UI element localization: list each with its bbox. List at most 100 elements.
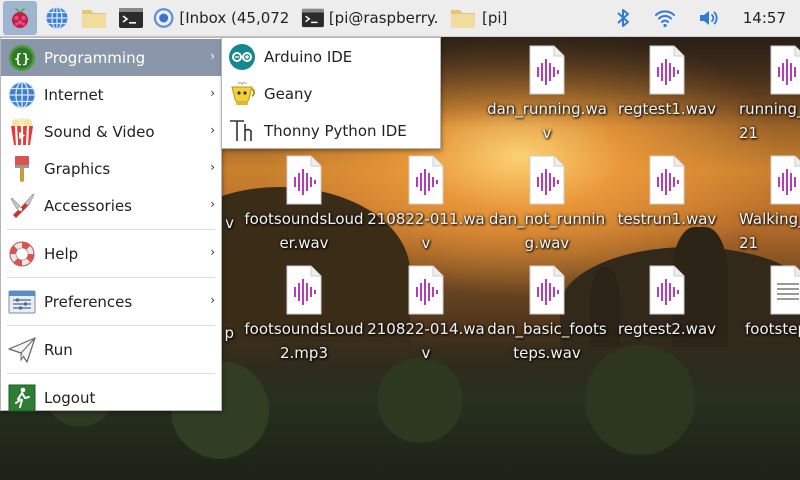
menu-item-logout[interactable]: Logout (1, 379, 221, 416)
file-name: 210822-011.wav (367, 210, 485, 252)
submenu-item-geany[interactable]: Geany (222, 75, 440, 112)
menu-item-graphics[interactable]: Graphics › (1, 150, 221, 187)
submenu-arrow-icon: › (210, 160, 215, 174)
desktop-file[interactable]: 210822-014.wav (365, 265, 487, 365)
audio-file-icon (649, 45, 685, 95)
file-name: footsoundsLoud2.mp3 (244, 320, 364, 362)
menu-item-help[interactable]: Help › (1, 235, 221, 272)
menu-item-accessories[interactable]: Accessories › (1, 187, 221, 224)
menu-item-label: Internet (44, 85, 104, 104)
terminal-launcher[interactable] (114, 1, 148, 35)
taskbar-files-title: [pi] (482, 9, 508, 27)
submenu-item-arduino-ide[interactable]: Arduino IDE (222, 38, 440, 75)
chromium-icon (153, 8, 174, 28)
audio-file-icon (770, 155, 800, 205)
submenu-arrow-icon: › (210, 293, 215, 307)
arduino-icon (229, 43, 255, 70)
desktop-file[interactable]: Walking_8_23_21 (727, 155, 800, 255)
popcorn-icon (11, 117, 33, 145)
file-name: running_8_23_21 (739, 100, 800, 142)
raspberry-pi-icon (12, 8, 28, 28)
file-name: dan_basic_footsteps.wav (487, 320, 607, 362)
file-name: dan_running.wav (487, 100, 607, 142)
desktop-file[interactable]: regtest1.wav (606, 45, 728, 121)
taskbar-terminal-title: [pi@raspberry... (328, 9, 438, 27)
desktop-file[interactable]: running_8_23_21 (727, 45, 800, 145)
submenu-arrow-icon: › (210, 197, 215, 211)
terminal-icon (119, 8, 143, 28)
paint-brush-icon (15, 155, 29, 182)
bluetooth-icon[interactable] (612, 7, 634, 29)
swiss-knife-icon (10, 193, 35, 218)
raspberry-menu-button[interactable] (3, 1, 37, 35)
menu-separator (7, 277, 215, 278)
audio-file-icon (286, 265, 322, 315)
submenu-arrow-icon: › (210, 86, 215, 100)
submenu-arrow-icon: › (210, 245, 215, 259)
volume-icon[interactable] (696, 7, 722, 29)
menu-item-label: Sound & Video (44, 122, 155, 141)
audio-file-icon (649, 265, 685, 315)
menu-separator (7, 325, 215, 326)
submenu-item-thonny[interactable]: Thonny Python IDE (222, 112, 440, 149)
desktop-file[interactable]: dan_not_running.wav (486, 155, 608, 255)
globe-icon (45, 6, 69, 30)
audio-file-icon (770, 45, 800, 95)
code-braces-icon: {} (9, 44, 35, 71)
file-name: regtest1.wav (617, 100, 717, 118)
text-file-icon (770, 265, 800, 315)
menu-item-label: Graphics (44, 159, 111, 178)
menu-separator (7, 373, 215, 374)
file-name: footsoundsLouder.wav (244, 210, 364, 252)
top-panel: [Inbox (45,072... [pi@raspberry... [pi] … (0, 0, 800, 37)
taskbar-browser-title: [Inbox (45,072... (179, 9, 291, 27)
audio-file-icon (529, 155, 565, 205)
exit-icon (8, 384, 36, 411)
taskbar-files-window[interactable]: [pi] (445, 1, 525, 35)
desktop-file[interactable]: dan_basic_footsteps.wav (486, 265, 608, 365)
menu-item-sound-video[interactable]: Sound & Video › (1, 113, 221, 150)
wifi-icon[interactable] (652, 7, 678, 29)
clock[interactable]: 14:57 (743, 9, 786, 27)
desktop-file[interactable]: footsteps (727, 265, 800, 341)
thonny-icon (230, 119, 252, 141)
menu-separator (7, 229, 215, 230)
submenu-arrow-icon: › (210, 49, 215, 63)
menu-item-label: Programming (44, 48, 146, 67)
menu-item-preferences[interactable]: Preferences › (1, 283, 221, 320)
menu-item-label: Help (44, 244, 79, 263)
audio-file-icon (529, 265, 565, 315)
globe-icon (8, 80, 36, 109)
desktop-file[interactable]: 210822-011.wav (365, 155, 487, 255)
web-browser-launcher[interactable] (40, 1, 74, 35)
desktop-file[interactable]: dan_running.wav (486, 45, 608, 145)
desktop-file[interactable]: footsoundsLoud2.mp3 (243, 265, 365, 365)
menu-item-label: Run (44, 340, 73, 359)
desktop-file[interactable]: footsoundsLouder.wav (243, 155, 365, 255)
file-name: Walking_8_23_21 (739, 210, 800, 252)
programming-submenu: Arduino IDE Geany Thonny Python IDE (221, 37, 441, 149)
folder-icon (82, 10, 106, 28)
menu-item-run[interactable]: Run (1, 331, 221, 368)
svg-text:{}: {} (14, 52, 30, 67)
taskbar-terminal-window[interactable]: [pi@raspberry... (298, 1, 444, 35)
audio-file-icon (408, 155, 444, 205)
file-manager-launcher[interactable] (77, 1, 111, 35)
desktop-file[interactable]: regtest2.wav (606, 265, 728, 341)
submenu-item-label: Geany (264, 84, 313, 103)
submenu-item-label: Arduino IDE (264, 47, 353, 66)
file-name: dan_not_running.wav (488, 210, 606, 252)
submenu-arrow-icon: › (210, 123, 215, 137)
menu-item-programming[interactable]: {} Programming › (1, 39, 221, 76)
geany-icon (231, 81, 256, 105)
menu-item-label: Preferences (44, 292, 133, 311)
menu-item-internet[interactable]: Internet › (1, 76, 221, 113)
terminal-icon (301, 8, 324, 28)
desktop-file[interactable]: testrun1.wav (606, 155, 728, 231)
menu-item-label: Accessories (44, 196, 132, 215)
file-name: footsteps (745, 320, 800, 338)
taskbar-browser-window[interactable]: [Inbox (45,072... (149, 1, 297, 35)
paper-plane-icon (8, 336, 36, 363)
application-menu: {} Programming › Internet › Sound & Vide… (0, 37, 222, 411)
audio-file-icon (408, 265, 444, 315)
